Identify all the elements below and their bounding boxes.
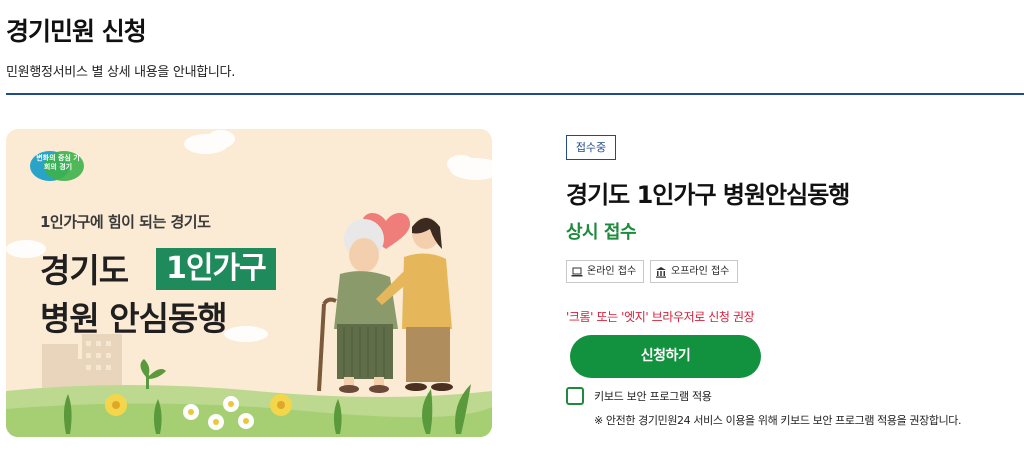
page-title: 경기민원 신청 <box>6 17 147 46</box>
building-icon <box>656 266 666 278</box>
keyboard-security-label[interactable]: 키보드 보안 프로그램 적용 <box>594 388 712 404</box>
page-subtitle: 민원행정서비스 별 상세 내용을 안내합니다. <box>6 65 236 80</box>
online-application-label: 온라인 접수 <box>587 266 637 277</box>
service-title: 경기도 1인가구 병원안심동행 <box>566 181 850 209</box>
laptop-icon <box>571 267 583 276</box>
browser-recommendation-notice: '크롬' 또는 '엣지' 브라우저로 신청 권장 <box>566 310 755 324</box>
keyboard-security-note: ※ 안전한 경기민원24 서비스 이용을 위해 키보드 보안 프로그램 적용을 … <box>594 414 962 427</box>
banner-logo-text: 변화의 중심 기회의 경기 <box>36 154 80 171</box>
header-divider <box>6 93 1024 95</box>
online-application-chip: 온라인 접수 <box>566 260 644 283</box>
service-period: 상시 접수 <box>566 222 637 243</box>
status-badge: 접수중 <box>566 135 616 160</box>
apply-button[interactable]: 신청하기 <box>570 335 761 378</box>
keyboard-security-checkbox[interactable] <box>566 387 584 405</box>
offline-application-chip: 오프라인 접수 <box>650 260 738 283</box>
banner-title-line1: 경기도 <box>40 251 129 290</box>
offline-application-label: 오프라인 접수 <box>671 266 730 277</box>
banner-subheading: 1인가구에 힘이 되는 경기도 <box>40 213 211 231</box>
banner-title-highlight: 1인가구 <box>156 248 276 290</box>
service-banner-image: 변화의 중심 기회의 경기 1인가구에 힘이 되는 경기도 경기도 1인가구 병… <box>6 129 492 437</box>
banner-title-line2: 병원 안심동행 <box>40 299 228 338</box>
